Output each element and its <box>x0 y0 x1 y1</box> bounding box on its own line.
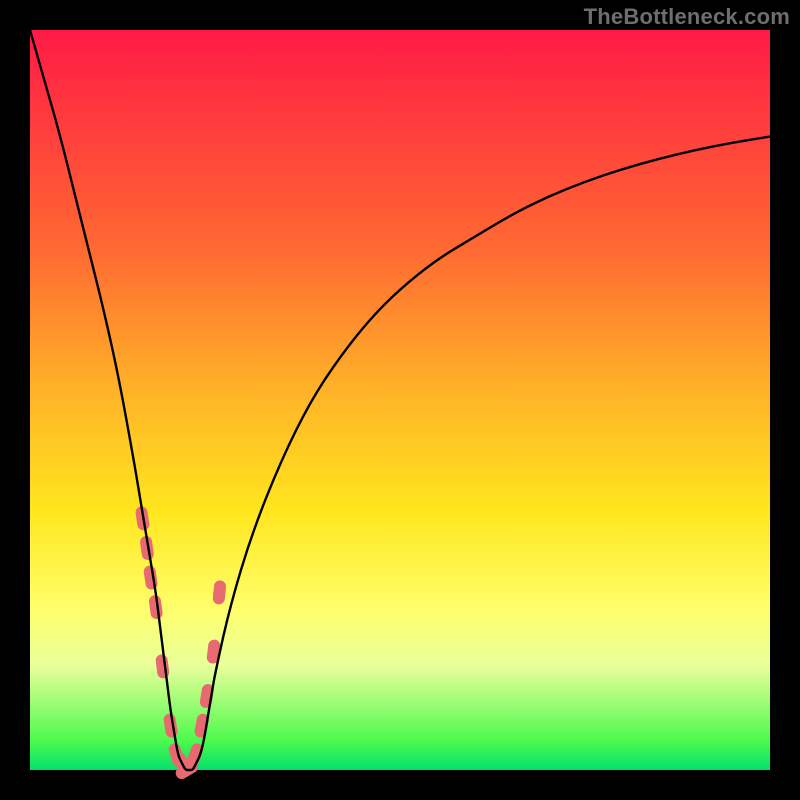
curve-marker <box>212 580 226 605</box>
curve-marker <box>155 654 170 679</box>
watermark-text: TheBottleneck.com <box>584 4 790 30</box>
chart-svg <box>30 30 770 770</box>
chart-frame: TheBottleneck.com <box>0 0 800 800</box>
bottleneck-curve <box>30 30 770 770</box>
curve-marker <box>143 565 158 591</box>
